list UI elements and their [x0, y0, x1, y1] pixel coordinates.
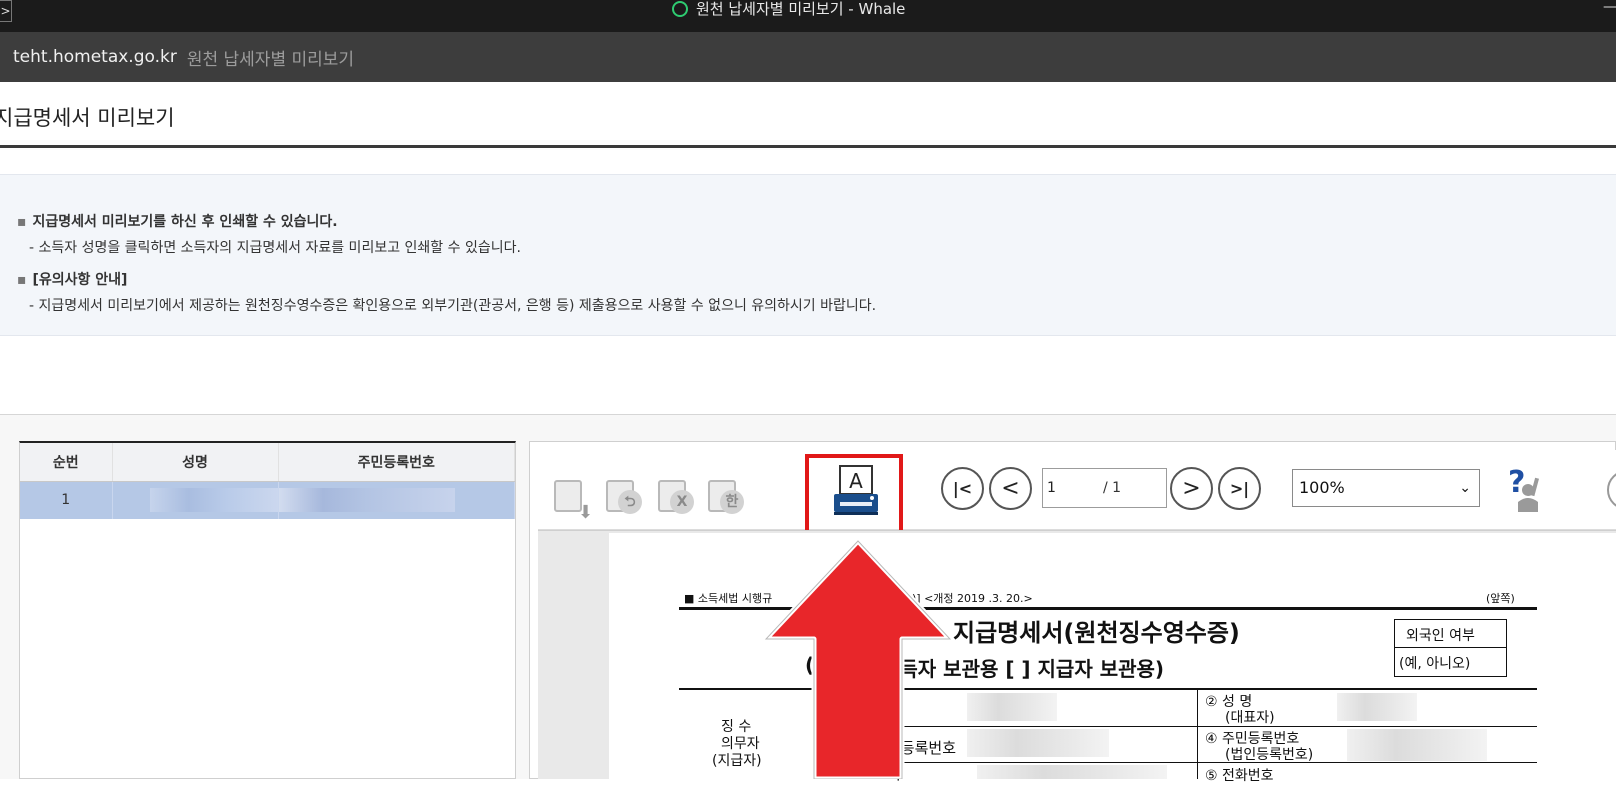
notice-bullet: ▪	[17, 272, 27, 288]
redacted-representative	[1337, 693, 1417, 721]
excel-doc-shape: X	[658, 480, 694, 514]
help-icon[interactable]: ?	[1500, 464, 1544, 512]
notice-line-1-text: 지급명세서 미리보기를 하신 후 인쇄할 수 있습니다.	[32, 214, 338, 230]
col-header-seq: 순번	[20, 443, 113, 482]
minimize-button[interactable]: —	[1603, 0, 1616, 14]
table-header-row: 순번 성명 주민등록번호	[20, 443, 515, 482]
doc-row-label-3: (지급자)	[712, 753, 762, 769]
notice-line-1: ▪ 지급명세서 미리보기를 하신 후 인쇄할 수 있습니다.	[17, 211, 338, 231]
window-title-text: 원천 납세자별 미리보기 - Whale	[696, 0, 906, 18]
hangul-glyph: 한	[720, 490, 744, 514]
foreign-box-mid	[1394, 647, 1507, 648]
hangul-doc-shape: 한	[708, 480, 744, 514]
row-seq: 1	[20, 481, 113, 519]
redacted-address	[977, 765, 1167, 779]
doc-field4-sub: (법인등록번호)	[1225, 747, 1314, 763]
help-icon-svg: ?	[1508, 465, 1540, 512]
last-page-button[interactable]: >|	[1218, 467, 1261, 510]
heading-divider	[0, 145, 1616, 148]
address-page-title: 원천 납세자별 미리보기	[186, 49, 355, 70]
table-row[interactable]: 1	[20, 481, 515, 519]
notice-line-4: - 지급명세서 미리보기에서 제공하는 원천징수영수증은 확인용으로 외부기관(…	[29, 298, 877, 314]
foreign-box-right	[1506, 619, 1507, 677]
save-icon[interactable]: ⬇	[550, 478, 593, 523]
first-page-button[interactable]: |<	[941, 467, 984, 510]
redacted-corp-number	[1347, 729, 1487, 761]
prev-page-icon: <	[1001, 476, 1020, 501]
row-name-redacted[interactable]	[112, 481, 279, 519]
address-bar[interactable]: teht.hometax.go.kr 원천 납세자별 미리보기	[0, 32, 1616, 82]
red-arrow-annotation	[763, 538, 953, 779]
redacted-biz-number	[967, 729, 1109, 757]
next-page-icon: >	[1182, 476, 1201, 501]
print-icon[interactable]: A	[832, 464, 880, 516]
notice-line-2: - 소득자 성명을 클릭하면 소득자의 지급명세서 자료를 미리보고 인쇄할 수…	[29, 240, 521, 256]
hangul-icon[interactable]: 한	[704, 478, 744, 514]
col-header-name: 성명	[112, 443, 279, 482]
taxpayer-table: 순번 성명 주민등록번호 1	[20, 443, 515, 519]
zoom-value: 100%	[1299, 478, 1345, 497]
whale-ring-icon	[672, 1, 688, 17]
doc-foreign-value: (예, 아니오)	[1399, 656, 1471, 672]
foreign-box-bottom	[1394, 676, 1507, 677]
notice-line-3-text: [유의사항 안내]	[32, 272, 128, 288]
doc-title: 지급명세서(원천징수영수증)	[953, 619, 1240, 647]
doc-law-reference: ■ 소득세법 시행규	[684, 592, 773, 605]
notice-bullet: ▪	[17, 214, 27, 230]
notice-box: ▪ 지급명세서 미리보기를 하신 후 인쇄할 수 있습니다. - 소득자 성명을 …	[0, 174, 1616, 336]
page-number-input[interactable]: 1	[1042, 468, 1098, 508]
taxpayer-list-panel: 순번 성명 주민등록번호 1	[19, 441, 516, 779]
foreign-box-top	[1394, 619, 1507, 620]
back-chevron-icon[interactable]: >	[0, 0, 12, 22]
row-rrn-redacted	[278, 481, 515, 519]
redacted-name	[149, 488, 278, 513]
redacted-payer-name	[967, 693, 1057, 721]
page-title: 지급명세서 미리보기	[0, 106, 175, 130]
doc-col-divider-2	[1197, 690, 1198, 779]
foreign-box-left	[1394, 619, 1395, 677]
redacted-rrn	[278, 488, 455, 513]
excel-glyph: X	[670, 490, 694, 514]
page-total: / 1	[1097, 468, 1167, 508]
last-page-icon: >|	[1229, 479, 1250, 498]
first-page-icon: |<	[952, 479, 973, 498]
pdf-doc-shape: ⮌	[606, 480, 642, 514]
print-glyph: A	[849, 469, 863, 493]
doc-front-label: (앞쪽)	[1486, 592, 1515, 605]
save-doc-shape: ⬇	[554, 480, 593, 523]
window-titlebar: > 원천 납세자별 미리보기 - Whale —	[0, 0, 1616, 32]
help-glyph: ?	[1508, 465, 1525, 500]
excel-icon[interactable]: X	[654, 478, 694, 514]
chevron-down-icon: ⌄	[1459, 480, 1471, 496]
doc-foreign-label: 외국인 여부	[1406, 628, 1475, 644]
notice-line-3: ▪ [유의사항 안내]	[17, 269, 127, 289]
save-arrow-glyph: ⬇	[578, 502, 594, 523]
doc-field2-sub: (대표자)	[1225, 710, 1275, 726]
window-title: 원천 납세자별 미리보기 - Whale	[672, 0, 905, 18]
prev-page-button[interactable]: <	[989, 467, 1032, 510]
next-page-button[interactable]: >	[1170, 467, 1213, 510]
col-header-rrn: 주민등록번호	[278, 443, 515, 482]
address-host: teht.hometax.go.kr	[13, 47, 177, 67]
print-icon-svg: A	[834, 465, 878, 515]
zoom-select[interactable]: 100% ⌄	[1292, 469, 1480, 507]
doc-field5-label: ⑤ 전화번호	[1205, 768, 1274, 784]
pdf-glyph: ⮌	[618, 490, 642, 514]
pdf-icon[interactable]: ⮌	[602, 478, 642, 514]
